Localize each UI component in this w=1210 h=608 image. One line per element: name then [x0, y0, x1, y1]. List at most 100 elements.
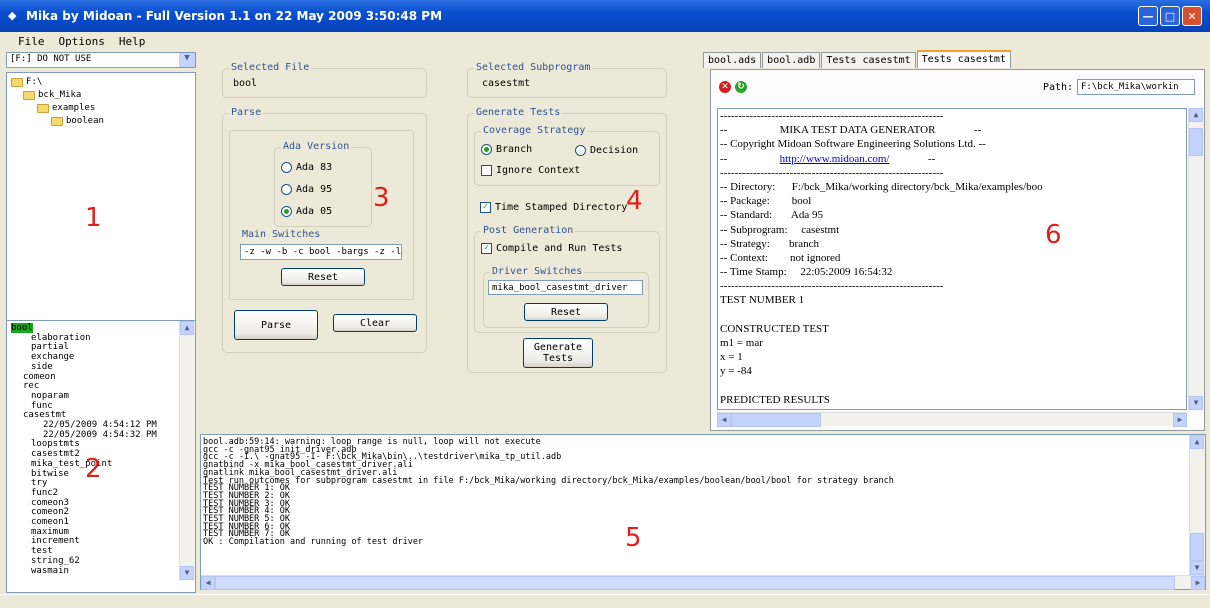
branch-radio[interactable]: Branch	[481, 144, 532, 155]
scroll-up-icon[interactable]: ▲	[180, 321, 194, 335]
results-line: -- Time Stamp: 22:05:2009 16:54:32	[720, 266, 893, 279]
ada83-radio[interactable]: Ada 83	[281, 162, 332, 173]
scroll-thumb[interactable]	[215, 576, 1175, 590]
tree-item[interactable]: casestmt	[23, 410, 66, 420]
folder-node[interactable]: examples	[37, 103, 95, 113]
tree-item[interactable]: exchange	[31, 352, 74, 362]
maximize-button[interactable]: □	[1160, 6, 1180, 26]
tree-item[interactable]: comeon1	[31, 517, 69, 527]
clear-button[interactable]: Clear	[333, 314, 417, 332]
tree-item[interactable]: side	[31, 362, 53, 372]
parse-group: Parse Ada Version Ada 83 Ada 95 Ada 05 3…	[222, 107, 427, 353]
results-text: ----------------------------------------…	[717, 108, 1187, 410]
chevron-down-icon[interactable]: ▼	[179, 53, 195, 67]
results-line: -- http://www.midoan.com/ --	[718, 152, 1186, 166]
main-switches-input[interactable]: -z -w -b -c bool -bargs -z -l	[240, 244, 402, 260]
tree-item[interactable]: func2	[31, 488, 58, 498]
parse-button[interactable]: Parse	[234, 310, 318, 340]
menu-options[interactable]: Options	[59, 35, 105, 48]
ada05-radio[interactable]: Ada 05	[281, 206, 332, 217]
results-line: ----------------------------------------…	[720, 110, 944, 122]
driver-switches-legend: Driver Switches	[490, 266, 585, 277]
tree-item[interactable]: rec	[23, 381, 39, 391]
parse-inner: Ada Version Ada 83 Ada 95 Ada 05 3 Main …	[229, 130, 414, 300]
refresh-icon[interactable]: ↻	[735, 81, 747, 93]
tree-item[interactable]: func	[31, 401, 53, 411]
time-stamped-checkbox[interactable]: ✓ Time Stamped Directory	[480, 202, 627, 213]
results-line: -- Context: not ignored	[720, 251, 841, 264]
drive-select[interactable]: [F:] DO NOT USE ▼	[6, 52, 196, 68]
scroll-right-icon[interactable]: ▶	[1191, 576, 1205, 590]
scroll-thumb[interactable]	[731, 413, 821, 427]
tree-item[interactable]: loopstmts	[31, 439, 80, 449]
console-line: TEST NUMBER 1: OK	[203, 483, 290, 494]
scroll-thumb[interactable]	[1190, 533, 1204, 561]
scroll-left-icon[interactable]: ◀	[201, 576, 215, 590]
minimize-button[interactable]: —	[1138, 6, 1158, 26]
tab-bool-ads[interactable]: bool.ads	[703, 52, 762, 68]
close-button[interactable]: ✕	[1182, 6, 1202, 26]
package-tree-vscroll[interactable]: ▲ ▼	[179, 321, 195, 580]
menu-file[interactable]: File	[18, 35, 45, 48]
tree-item[interactable]: comeon2	[31, 507, 69, 517]
tree-item[interactable]: test	[31, 546, 53, 556]
parse-reset-button[interactable]: Reset	[281, 268, 365, 286]
ignore-context-checkbox[interactable]: Ignore Context	[481, 165, 580, 176]
driver-reset-button[interactable]: Reset	[524, 303, 608, 321]
results-line	[718, 308, 1186, 322]
folder-node[interactable]: boolean	[51, 116, 104, 126]
console-vscroll[interactable]: ▲ ▼	[1189, 435, 1205, 575]
tab-tests-casestmt-1[interactable]: Tests casestmt	[821, 52, 916, 68]
driver-switches-input[interactable]: mika_bool_casestmt_driver	[488, 280, 643, 295]
folder-node[interactable]: bck_Mika	[23, 90, 81, 100]
menu-help[interactable]: Help	[119, 35, 146, 48]
close-icon[interactable]: ✕	[719, 81, 731, 93]
ada95-radio[interactable]: Ada 95	[281, 184, 332, 195]
midoan-link[interactable]: http://www.midoan.com/	[780, 153, 890, 165]
folder-node[interactable]: F:\	[11, 77, 42, 87]
scroll-up-icon[interactable]: ▲	[1190, 435, 1204, 449]
status-bar	[0, 594, 1210, 608]
scroll-thumb[interactable]	[1189, 128, 1203, 156]
console-line: TEST NUMBER 5: OK	[203, 514, 290, 525]
scroll-right-icon[interactable]: ▶	[1173, 413, 1187, 427]
path-input[interactable]: F:\bck_Mika\workin	[1077, 79, 1195, 95]
tree-item[interactable]: maximum	[31, 527, 69, 537]
decision-radio[interactable]: Decision	[575, 145, 638, 156]
selected-subprogram-value: casestmt	[482, 78, 531, 89]
tree-item[interactable]: comeon3	[31, 498, 69, 508]
console-line: TEST NUMBER 3: OK	[203, 498, 290, 509]
console-line: Test run outcomes for subprogram casestm…	[203, 475, 894, 486]
scroll-left-icon[interactable]: ◀	[717, 413, 731, 427]
tab-bool-adb[interactable]: bool.adb	[762, 52, 821, 68]
scroll-down-icon[interactable]: ▼	[1190, 561, 1204, 575]
results-line: -- Standard: Ada 95	[720, 209, 823, 222]
tree-item[interactable]: wasmain	[31, 566, 69, 576]
tree-item[interactable]: comeon	[23, 372, 56, 382]
tree-item[interactable]: casestmt2	[31, 449, 80, 459]
tree-item[interactable]: partial	[31, 342, 69, 352]
folder-icon	[37, 103, 49, 113]
tree-item[interactable]: noparam	[31, 391, 69, 401]
results-vscroll[interactable]: ▲ ▼	[1188, 108, 1204, 410]
tree-item-selected[interactable]: bool	[11, 323, 33, 333]
results-line: x = 1	[720, 351, 743, 364]
app-icon: ◆	[8, 9, 17, 22]
tree-item[interactable]: increment	[31, 536, 80, 546]
tree-item[interactable]: elaboration	[31, 333, 91, 343]
tree-item[interactable]: try	[31, 478, 47, 488]
tree-item[interactable]: 22/05/2009 4:54:32 PM	[43, 430, 157, 440]
generate-tests-group: Generate Tests Coverage Strategy Branch …	[467, 107, 667, 373]
tab-tests-casestmt-2[interactable]: Tests casestmt	[916, 50, 1011, 68]
generate-tests-button[interactable]: Generate Tests	[523, 338, 593, 368]
tree-item[interactable]: bitwise	[31, 469, 69, 479]
results-hscroll[interactable]: ◀ ▶	[717, 412, 1187, 427]
generate-tests-legend: Generate Tests	[474, 107, 563, 118]
tree-item[interactable]: string_62	[31, 556, 80, 566]
scroll-down-icon[interactable]: ▼	[1189, 396, 1203, 410]
scroll-down-icon[interactable]: ▼	[180, 566, 194, 580]
compile-run-checkbox[interactable]: ✓ Compile and Run Tests	[481, 243, 622, 254]
scroll-up-icon[interactable]: ▲	[1189, 108, 1203, 122]
tree-item[interactable]: 22/05/2009 4:54:12 PM	[43, 420, 157, 430]
console-hscroll[interactable]: ◀ ▶	[201, 575, 1205, 590]
